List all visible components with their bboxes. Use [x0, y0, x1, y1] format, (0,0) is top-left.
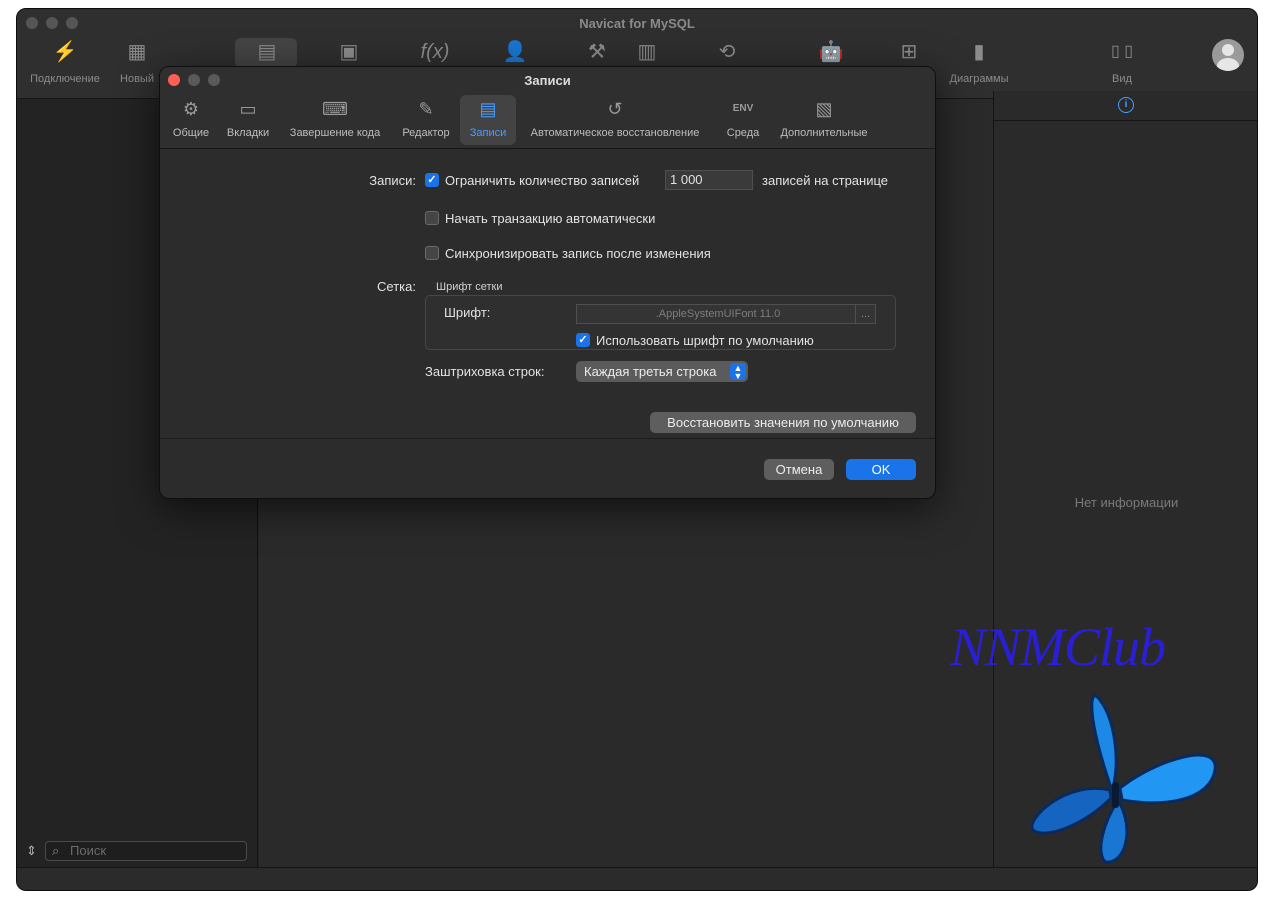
toolbar-label: Вид: [1112, 73, 1132, 85]
row-shading-value: Каждая третья строка: [584, 364, 717, 379]
avatar[interactable]: [1212, 39, 1244, 71]
view-toggle-icon: ▯ ▯: [1110, 43, 1134, 60]
status-bar: [17, 867, 1257, 890]
env-icon: ENV: [732, 103, 754, 114]
tab-label: Дополнительные: [780, 127, 868, 139]
default-font-label: Использовать шрифт по умолчанию: [596, 333, 814, 348]
toolbar-label: Подключение: [30, 73, 100, 85]
butterfly-image: [1030, 694, 1217, 864]
model-icon: ⊞: [900, 41, 918, 63]
function-icon: f(x): [420, 41, 450, 63]
tab-label: Среда: [726, 127, 760, 139]
tab-editor[interactable]: ✎ Редактор: [396, 95, 456, 145]
default-font-checkbox[interactable]: ✓: [576, 333, 590, 347]
toolbar-connection[interactable]: ⚡ Подключение: [25, 37, 105, 93]
charts-icon: ▮: [973, 41, 985, 63]
records-section-label: Записи:: [369, 173, 416, 188]
font-field[interactable]: .AppleSystemUIFont 11.0: [576, 304, 856, 324]
toolbar-label: Диаграммы: [949, 73, 1009, 85]
ok-button[interactable]: OK: [846, 459, 916, 480]
tab-auto-recovery[interactable]: ↺ Автоматическое восстановление: [522, 95, 708, 145]
editor-icon: ✎: [418, 99, 434, 119]
limit-records-input[interactable]: 1 000: [665, 170, 753, 190]
view-icon: ▣: [339, 41, 359, 63]
sync-after-edit-label: Синхронизировать запись после изменения: [445, 246, 711, 261]
toolbar-new[interactable]: ▦ Новый: [107, 37, 167, 93]
toolbar-label: Новый: [120, 73, 154, 85]
limit-records-checkbox[interactable]: ✓: [425, 173, 439, 187]
user-icon: 👤: [502, 41, 528, 63]
tab-label: Вкладки: [226, 127, 270, 139]
row-shading-label: Заштриховка строк:: [425, 364, 545, 379]
tab-tabs[interactable]: ▭ Вкладки: [222, 95, 274, 145]
no-info-label: Нет информации: [1074, 495, 1179, 510]
toolbar-charts[interactable]: ▮ Диаграммы: [939, 37, 1019, 93]
records-per-page-label: записей на странице: [762, 173, 889, 188]
tab-general[interactable]: ⚙ Общие: [168, 95, 214, 145]
grid-section-label: Сетка:: [377, 279, 416, 294]
new-query-icon: ▦: [127, 41, 147, 63]
search-icon: ⌕: [52, 843, 60, 858]
connection-icon: ⚡: [52, 41, 78, 63]
tab-label: Автоматическое восстановление: [530, 127, 700, 139]
backup-icon: ⟲: [718, 41, 736, 63]
auto-transaction-checkbox[interactable]: [425, 211, 439, 225]
code-completion-icon: ⌨: [322, 99, 348, 119]
tab-environment[interactable]: ENV Среда: [720, 95, 766, 145]
automation-icon: 🤖: [818, 41, 844, 63]
preferences-toolbar: Записи ⚙ Общие ▭ Вкладки ⌨ Завершение ко…: [160, 67, 935, 149]
app-title: Navicat for MySQL: [579, 16, 695, 31]
toolbar-view-toggle[interactable]: ▯ ▯ Вид: [1082, 37, 1162, 93]
cancel-button[interactable]: Отмена: [764, 459, 834, 480]
query-icon: ▥: [637, 41, 657, 63]
sync-after-edit-checkbox[interactable]: [425, 246, 439, 260]
tab-label: Завершение кода: [289, 127, 381, 139]
divider: [160, 438, 935, 439]
font-label: Шрифт:: [444, 305, 491, 320]
tab-code-completion[interactable]: ⌨ Завершение кода: [285, 95, 385, 145]
limit-records-label: Ограничить количество записей: [445, 173, 640, 188]
chevron-updown-icon: ▲ ▼: [730, 363, 746, 381]
info-icon[interactable]: i: [1118, 97, 1134, 113]
tab-label: Редактор: [402, 127, 450, 139]
watermark-text: NNMClub: [950, 617, 1166, 677]
info-panel-header: i: [994, 91, 1257, 121]
grid-font-group-title: Шрифт сетки: [436, 281, 503, 293]
records-icon: ▤: [479, 99, 497, 119]
table-icon: ▤: [257, 41, 277, 63]
dialog-title: Записи: [524, 73, 571, 88]
gear-icon: ⚙: [182, 99, 200, 119]
preferences-dialog: Записи ⚙ Общие ▭ Вкладки ⌨ Завершение ко…: [159, 66, 936, 499]
history-icon: ↺: [607, 99, 623, 119]
auto-transaction-label: Начать транзакцию автоматически: [445, 211, 656, 226]
search-input[interactable]: ⌕ Поиск: [45, 841, 247, 861]
choose-font-button[interactable]: ...: [855, 304, 876, 324]
tab-advanced[interactable]: ▧ Дополнительные: [774, 95, 874, 145]
tab-label: Общие: [172, 127, 210, 139]
restore-defaults-button[interactable]: Восстановить значения по умолчанию: [650, 412, 916, 433]
filter-toggle-icon[interactable]: ⇕: [26, 843, 37, 859]
tab-records[interactable]: ▤ Записи: [460, 95, 516, 145]
advanced-icon: ▧: [815, 99, 833, 119]
row-shading-select[interactable]: Каждая третья строка ▲ ▼: [576, 361, 748, 382]
tabs-icon: ▭: [239, 99, 257, 119]
tab-label: Записи: [469, 127, 507, 139]
search-placeholder: Поиск: [70, 843, 107, 858]
